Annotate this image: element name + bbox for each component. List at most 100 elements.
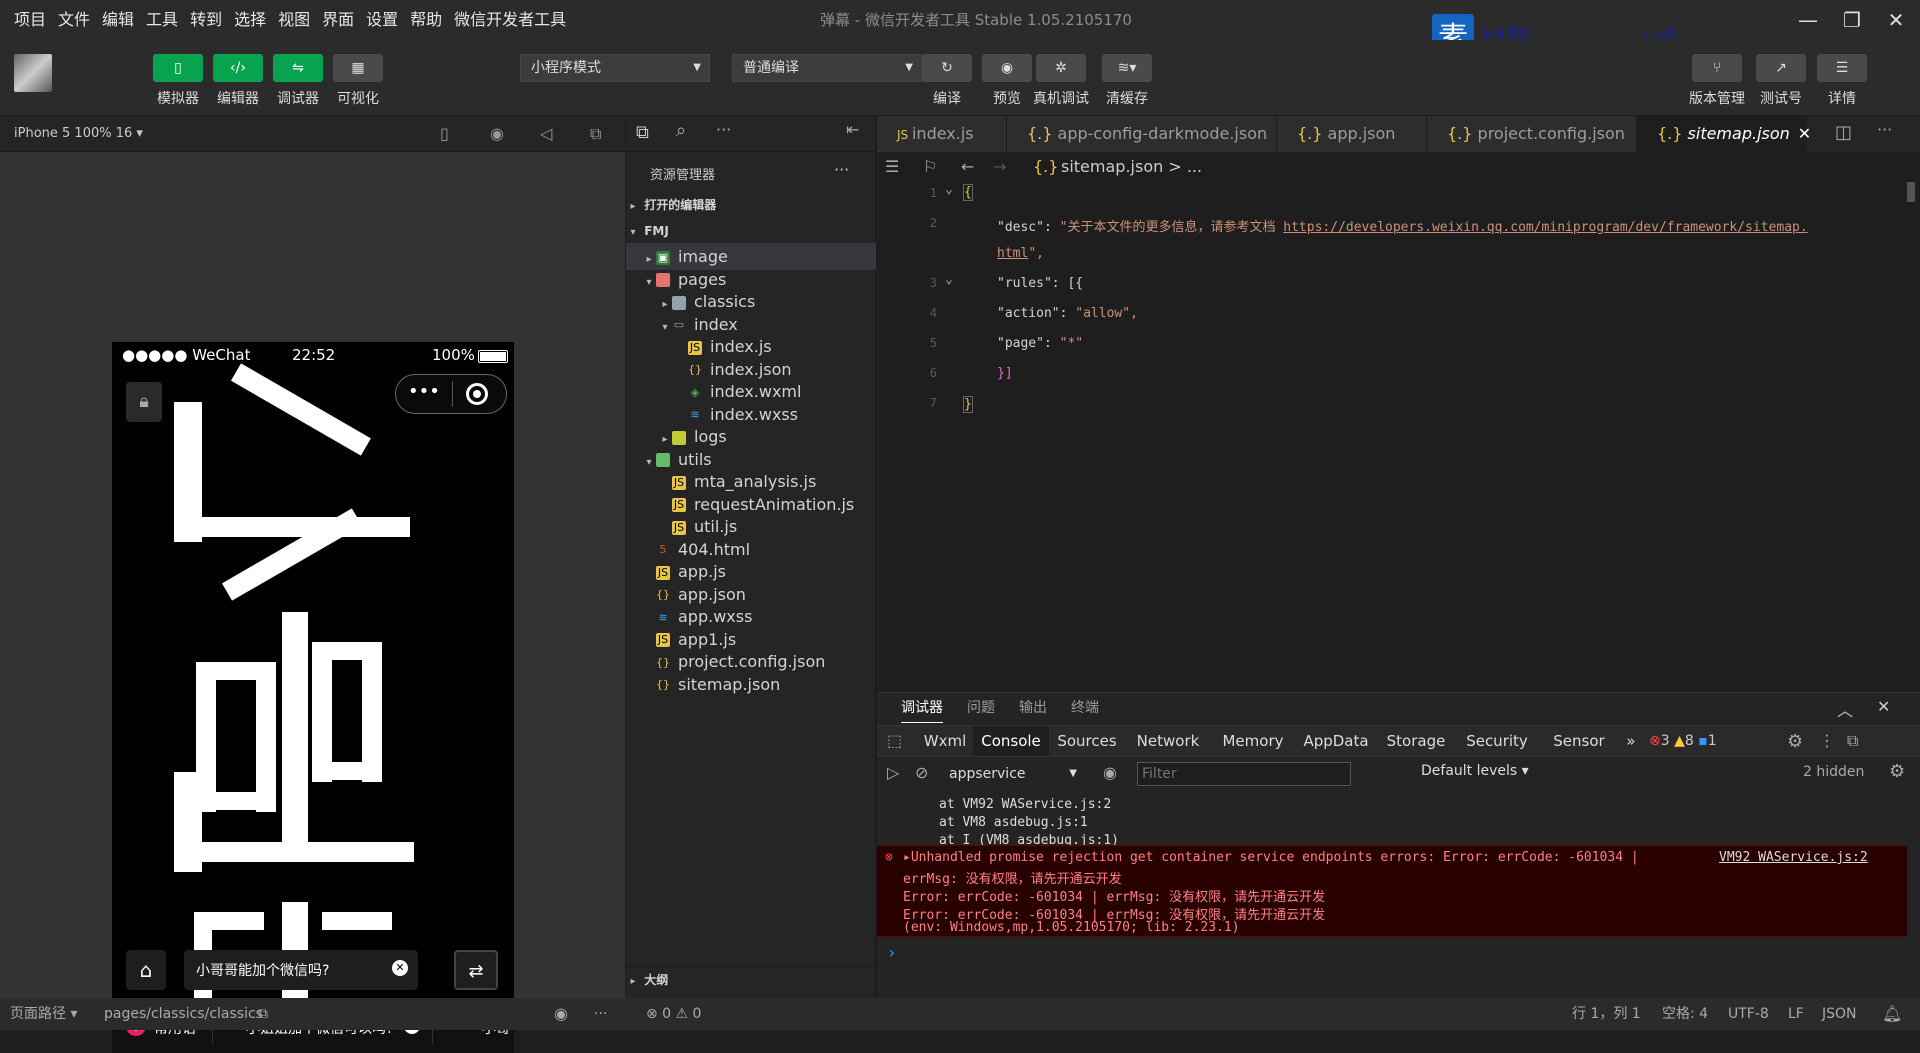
menu-item[interactable]: 帮助 bbox=[410, 0, 442, 40]
remote-debug-button[interactable]: ✲ bbox=[1036, 54, 1086, 82]
cursor-position[interactable]: 行 1，列 1 bbox=[1572, 998, 1641, 1030]
project-section[interactable]: ▾ FMJ bbox=[626, 218, 876, 245]
filter-input[interactable] bbox=[1137, 762, 1351, 786]
tab-sitemap-json[interactable]: {.} sitemap.json ✕ bbox=[1637, 116, 1811, 152]
panel-wxml[interactable]: Wxml bbox=[917, 726, 973, 756]
menu-item[interactable]: 文件 bbox=[58, 0, 90, 40]
breadcrumb-path[interactable]: sitemap.json > ... bbox=[1061, 152, 1202, 182]
copy-icon[interactable]: ⧉ bbox=[258, 998, 268, 1030]
error-source-link[interactable]: VM92 WAService.js:2 bbox=[1719, 850, 1868, 865]
more-icon[interactable]: ••• bbox=[408, 381, 440, 402]
avatar[interactable] bbox=[14, 54, 52, 92]
danmaku-input[interactable]: 小哥哥能加个微信吗? ✕ bbox=[184, 950, 418, 990]
close-window-button[interactable]: ✕ bbox=[1878, 6, 1914, 34]
details-button[interactable]: ☰ bbox=[1817, 54, 1867, 82]
switch-icon[interactable]: ⇄ bbox=[454, 950, 498, 990]
debugger-toggle-button[interactable]: ⇋ bbox=[273, 54, 323, 82]
explorer-more-icon[interactable]: ··· bbox=[834, 160, 849, 179]
tab-terminal[interactable]: 终端 bbox=[1071, 693, 1099, 723]
panel-memory[interactable]: Memory bbox=[1211, 726, 1295, 756]
eye-icon[interactable]: ◉ bbox=[1103, 763, 1117, 782]
indentation[interactable]: 空格: 4 bbox=[1662, 998, 1708, 1030]
close-tab-icon[interactable]: ✕ bbox=[1798, 124, 1811, 143]
panel-sources[interactable]: Sources bbox=[1049, 726, 1125, 756]
split-editor-icon[interactable]: ◫ bbox=[1835, 122, 1852, 143]
inspect-icon[interactable]: ⬚ bbox=[887, 731, 902, 750]
files-icon[interactable]: ⧉ bbox=[636, 122, 649, 143]
tab-problems[interactable]: 问题 bbox=[967, 693, 995, 723]
list-icon[interactable]: ☰ bbox=[885, 152, 899, 182]
menu-item[interactable]: 编辑 bbox=[102, 0, 134, 40]
record-icon[interactable]: ◉ bbox=[490, 124, 504, 143]
console-prompt[interactable]: › bbox=[887, 943, 897, 962]
phone-icon[interactable]: ▯ bbox=[440, 124, 449, 143]
popout-icon[interactable]: ⧉ bbox=[590, 124, 601, 144]
tab-output[interactable]: 输出 bbox=[1019, 693, 1047, 723]
fold-icon[interactable]: ⌄ bbox=[945, 272, 953, 287]
close-capsule-icon[interactable] bbox=[466, 383, 488, 405]
menu-item[interactable]: 视图 bbox=[278, 0, 310, 40]
compile-button[interactable]: ↻ bbox=[922, 54, 972, 82]
lock-icon[interactable]: 🔒︎ bbox=[126, 382, 162, 422]
test-account-button[interactable]: ↗ bbox=[1756, 54, 1806, 82]
sidebar-toggle-icon[interactable]: ▷ bbox=[887, 763, 899, 782]
panel-network[interactable]: Network bbox=[1125, 726, 1211, 756]
stack-line[interactable]: at VM8 asdebug.js:1 bbox=[939, 815, 1088, 830]
simulator-toggle-button[interactable]: ▯ bbox=[153, 54, 203, 82]
compile-mode-select[interactable]: 普通编译 ▼ bbox=[732, 54, 922, 82]
issue-counts[interactable]: ⊗3 ▲8 ▪1 bbox=[1649, 733, 1717, 749]
back-icon[interactable]: ← bbox=[961, 152, 974, 182]
dock-icon[interactable]: ⧉ bbox=[1847, 731, 1858, 751]
panel-appdata[interactable]: AppData bbox=[1295, 726, 1377, 756]
eye-icon[interactable]: ◉ bbox=[554, 998, 568, 1030]
fold-icon[interactable]: ⌄ bbox=[945, 182, 953, 197]
language-mode[interactable]: JSON bbox=[1822, 998, 1857, 1030]
problems-count[interactable]: ⊗ 0 ⚠ 0 bbox=[646, 998, 701, 1030]
home-icon[interactable]: ⌂ bbox=[126, 950, 166, 990]
minimize-button[interactable]: — bbox=[1790, 6, 1826, 34]
encoding[interactable]: UTF-8 bbox=[1728, 998, 1769, 1030]
page-path-select[interactable]: 页面路径 ▾ bbox=[10, 998, 77, 1030]
tab-project-config[interactable]: {.} project.config.json bbox=[1427, 116, 1637, 152]
clear-cache-button[interactable]: ≋▾ bbox=[1102, 54, 1152, 82]
mode-select[interactable]: 小程序模式 ▼ bbox=[520, 54, 710, 82]
forward-icon[interactable]: → bbox=[993, 152, 1006, 182]
kebab-icon[interactable]: ⋮ bbox=[1819, 731, 1835, 750]
more-panels-icon[interactable]: » bbox=[1621, 726, 1641, 756]
panel-security[interactable]: Security bbox=[1455, 726, 1539, 756]
menu-item[interactable]: 界面 bbox=[322, 0, 354, 40]
visual-toggle-button[interactable]: ▦ bbox=[333, 54, 383, 82]
stack-line[interactable]: at VM92 WAService.js:2 bbox=[939, 797, 1111, 812]
end-of-line[interactable]: LF bbox=[1788, 998, 1804, 1030]
collapse-icon[interactable]: ⇤ bbox=[846, 120, 859, 139]
more-icon[interactable]: ··· bbox=[716, 120, 731, 139]
preview-button[interactable]: ◉ bbox=[982, 54, 1032, 82]
panel-console[interactable]: Console bbox=[973, 726, 1049, 756]
clear-icon[interactable]: ✕ bbox=[392, 960, 408, 976]
code-editor[interactable]: 1 2 3 4 5 6 7 ⌄ ⌄ { "desc": "关于本文件的更多信息，… bbox=[877, 182, 1920, 692]
menu-item[interactable]: 项目 bbox=[14, 0, 46, 40]
bell-icon[interactable]: 🔔︎ bbox=[1882, 998, 1902, 1030]
search-icon[interactable]: ⌕ bbox=[676, 120, 686, 141]
open-editors-section[interactable]: ▸ 打开的编辑器 bbox=[626, 192, 876, 219]
error-line[interactable]: ▸Unhandled promise rejection get contain… bbox=[903, 850, 1639, 865]
tab-index-js[interactable]: JS index.js bbox=[877, 116, 1007, 152]
menu-item[interactable]: 转到 bbox=[190, 0, 222, 40]
scrollbar[interactable] bbox=[1907, 182, 1915, 202]
json-link[interactable]: https://developers.weixin.qq.com/minipro… bbox=[1283, 220, 1807, 235]
device-select[interactable]: iPhone 5 100% 16 ▾ bbox=[14, 116, 143, 152]
more-icon[interactable]: ··· bbox=[594, 998, 607, 1030]
console-settings-icon[interactable]: ⚙ bbox=[1889, 761, 1905, 782]
tab-app-config-darkmode[interactable]: {.} app-config-darkmode.json bbox=[1007, 116, 1277, 152]
menu-item[interactable]: 微信开发者工具 bbox=[454, 0, 566, 40]
close-panel-icon[interactable]: ✕ bbox=[1877, 697, 1890, 716]
more-icon[interactable]: ··· bbox=[1877, 120, 1892, 139]
context-select[interactable]: appservice ▼ bbox=[941, 761, 1081, 787]
gear-icon[interactable]: ⚙ bbox=[1787, 731, 1803, 752]
menu-item[interactable]: 设置 bbox=[366, 0, 398, 40]
menu-item[interactable]: 选择 bbox=[234, 0, 266, 40]
volume-icon[interactable]: ◁ bbox=[540, 124, 552, 143]
panel-storage[interactable]: Storage bbox=[1377, 726, 1455, 756]
outline-section[interactable]: ▸ 大纲 bbox=[626, 966, 876, 993]
tab-debugger[interactable]: 调试器 bbox=[901, 693, 943, 723]
